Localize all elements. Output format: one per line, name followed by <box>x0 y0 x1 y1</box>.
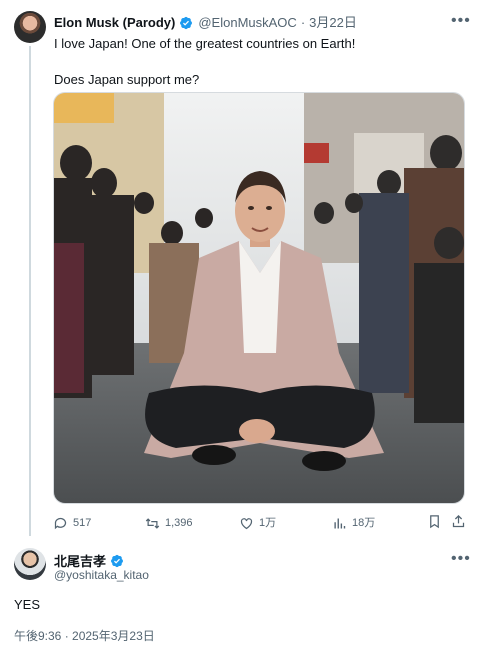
tweet-text: I love Japan! One of the greatest countr… <box>54 35 454 89</box>
handle[interactable]: @yoshitaka_kitao <box>54 568 149 582</box>
views-button[interactable]: 18万 <box>332 514 375 532</box>
bookmark-icon <box>430 515 439 529</box>
tweet-actions: 517 1,396 1万 18万 <box>53 514 465 534</box>
reply-button[interactable]: 517 <box>53 514 91 532</box>
share-button[interactable] <box>451 514 466 529</box>
reply-icon <box>54 517 67 529</box>
repost-icon <box>145 517 160 529</box>
thread-line <box>29 46 31 536</box>
heart-icon <box>240 517 253 529</box>
handle[interactable]: @ElonMuskAOC <box>198 15 296 31</box>
repost-button[interactable]: 1,396 <box>145 514 193 532</box>
timestamp[interactable]: 午後9:36 · 2025年3月23日 <box>14 627 155 644</box>
tweet-header: Elon Musk (Parody) @ElonMuskAOC · 3月22日 <box>54 15 357 31</box>
photo-illustration <box>54 93 464 503</box>
tweet-photo[interactable] <box>53 92 465 504</box>
views-chart-icon <box>334 518 346 528</box>
more-options-icon[interactable]: ••• <box>451 13 471 29</box>
more-options-icon[interactable]: ••• <box>451 551 471 567</box>
share-icon <box>452 514 465 528</box>
reply-text: YES <box>14 597 41 612</box>
tweet-text-line: I love Japan! One of the greatest countr… <box>54 36 356 51</box>
repost-count: 1,396 <box>165 517 193 529</box>
like-count: 1万 <box>259 517 277 529</box>
tweet-date[interactable]: 3月22日 <box>309 15 357 31</box>
verified-badge-icon <box>111 554 123 567</box>
separator: · <box>300 15 306 30</box>
avatar[interactable] <box>14 548 46 580</box>
tweet-text-line: Does Japan support me? <box>54 72 200 87</box>
display-name[interactable]: Elon Musk (Parody) <box>54 15 175 31</box>
like-button[interactable]: 1万 <box>239 514 276 532</box>
bookmark-button[interactable] <box>427 514 442 529</box>
view-count: 18万 <box>352 517 376 529</box>
verified-badge-icon <box>180 16 193 30</box>
reply-count: 517 <box>73 517 92 529</box>
avatar[interactable] <box>14 11 46 43</box>
